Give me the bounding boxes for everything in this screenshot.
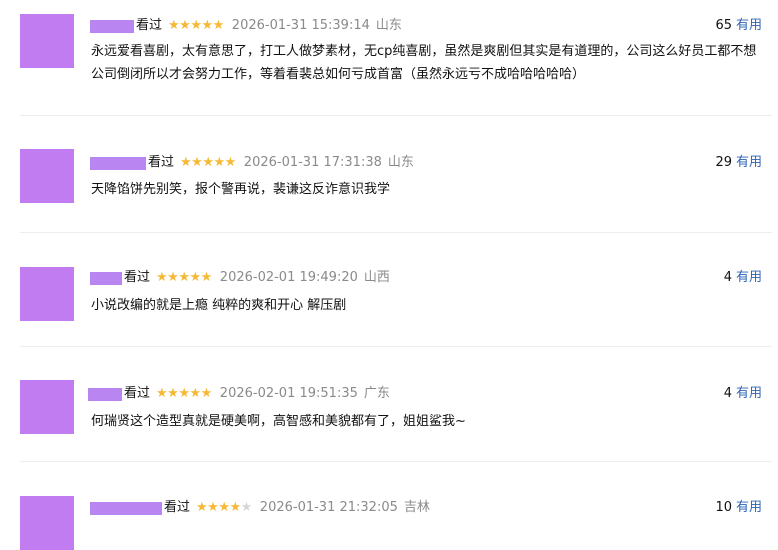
review-meta: 看过 ★★★★★ 2026-02-01 19:49:20 山西: [90, 268, 390, 288]
divider: [20, 346, 772, 347]
star-icon: ★: [189, 270, 201, 285]
star-icon: ★: [213, 155, 225, 170]
username[interactable]: [88, 387, 122, 401]
rating-stars: ★★★★★: [180, 153, 236, 173]
avatar[interactable]: [20, 267, 74, 321]
review-timestamp: 2026-01-31 15:39:14: [231, 18, 370, 33]
star-icon: ★: [167, 270, 179, 285]
review-comment: 永远爱看喜剧，太有意思了，打工人做梦素材，无cp纯喜剧，虽然是爽剧但其实是有道理…: [91, 44, 757, 82]
star-icon: ★: [207, 500, 219, 515]
username[interactable]: [90, 501, 162, 515]
watched-label: 看过: [124, 386, 151, 401]
review-timestamp: 2026-02-01 19:49:20: [219, 270, 358, 285]
rating-stars: ★★★★★: [196, 498, 252, 518]
star-icon: ★: [224, 155, 237, 170]
review-comment: 何瑞贤这个造型真就是硬美啊，高智感和美貌都有了，姐姐鲨我~: [91, 414, 466, 429]
watched-label: 看过: [136, 18, 163, 33]
star-icon: ★: [200, 386, 213, 401]
star-icon: ★: [189, 386, 201, 401]
star-icon: ★: [178, 270, 190, 285]
star-icon: ★: [168, 18, 180, 33]
star-icon: ★: [190, 18, 202, 33]
star-icon: ★: [212, 18, 225, 33]
useful-button[interactable]: 有用: [736, 500, 762, 515]
review-location: 山西: [363, 270, 390, 285]
star-icon: ★: [178, 386, 190, 401]
star-icon: ★: [180, 155, 192, 170]
review-timestamp: 2026-01-31 21:32:05: [259, 500, 398, 515]
rating-stars: ★★★★★: [156, 268, 212, 288]
useful-vote: 10 有用: [715, 498, 762, 518]
divider: [20, 115, 772, 116]
review-meta: 看过 ★★★★★ 2026-02-01 19:51:35 广东: [88, 384, 390, 404]
star-icon: ★: [156, 386, 168, 401]
useful-vote: 4 有用: [724, 384, 762, 404]
star-icon: ★: [240, 500, 253, 515]
watched-label: 看过: [164, 500, 191, 515]
review-comment: 小说改编的就是上瘾 纯粹的爽和开心 解压剧: [91, 298, 347, 313]
rating-stars: ★★★★★: [168, 16, 224, 36]
review-meta: 看过 ★★★★★ 2026-01-31 21:32:05 吉林: [90, 498, 430, 518]
star-icon: ★: [229, 500, 241, 515]
review-meta: 看过 ★★★★★ 2026-01-31 15:39:14 山东: [90, 16, 402, 36]
star-icon: ★: [196, 500, 208, 515]
useful-vote: 65 有用: [715, 16, 762, 36]
useful-button[interactable]: 有用: [736, 270, 762, 285]
review-timestamp: 2026-02-01 19:51:35: [219, 386, 358, 401]
divider: [20, 232, 772, 233]
star-icon: ★: [202, 155, 214, 170]
useful-button[interactable]: 有用: [736, 18, 762, 33]
watched-label: 看过: [148, 155, 175, 170]
review-comment: 天降馅饼先别笑，报个警再说，裴谦这反诈意识我学: [91, 182, 391, 197]
avatar[interactable]: [20, 496, 74, 550]
vote-count: 65: [715, 18, 732, 33]
avatar[interactable]: [20, 380, 74, 434]
star-icon: ★: [191, 155, 203, 170]
star-icon: ★: [201, 18, 213, 33]
star-icon: ★: [200, 270, 213, 285]
review-location: 山东: [387, 155, 414, 170]
star-icon: ★: [179, 18, 191, 33]
username[interactable]: [90, 271, 122, 285]
review-timestamp: 2026-01-31 17:31:38: [243, 155, 382, 170]
star-icon: ★: [156, 270, 168, 285]
watched-label: 看过: [124, 270, 151, 285]
review-location: 吉林: [403, 500, 430, 515]
divider: [20, 461, 772, 462]
rating-stars: ★★★★★: [156, 384, 212, 404]
useful-vote: 29 有用: [715, 153, 762, 173]
vote-count: 4: [723, 386, 732, 401]
vote-count: 10: [715, 500, 732, 515]
useful-vote: 4 有用: [724, 268, 762, 288]
useful-button[interactable]: 有用: [736, 155, 762, 170]
avatar[interactable]: [20, 149, 74, 203]
review-location: 广东: [363, 386, 390, 401]
avatar[interactable]: [20, 14, 74, 68]
review-location: 山东: [375, 18, 402, 33]
vote-count: 29: [715, 155, 732, 170]
vote-count: 4: [723, 270, 732, 285]
useful-button[interactable]: 有用: [736, 386, 762, 401]
review-meta: 看过 ★★★★★ 2026-01-31 17:31:38 山东: [90, 153, 414, 173]
star-icon: ★: [167, 386, 179, 401]
username[interactable]: [90, 19, 134, 33]
username[interactable]: [90, 156, 146, 170]
star-icon: ★: [218, 500, 230, 515]
